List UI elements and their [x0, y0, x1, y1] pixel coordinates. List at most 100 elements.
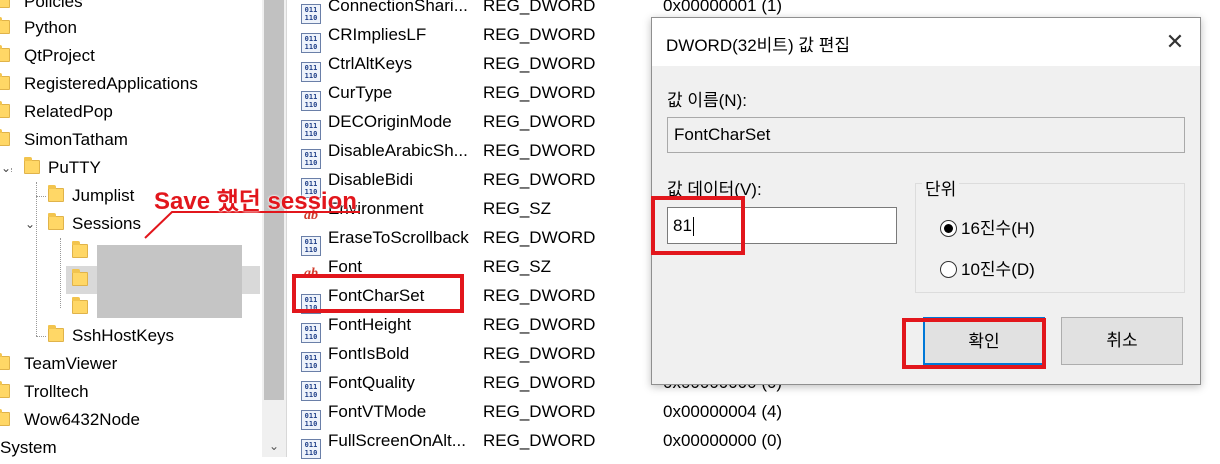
pane-divider[interactable]	[286, 0, 295, 457]
redacted-area	[97, 245, 242, 318]
folder-icon	[48, 213, 64, 230]
tree-item-label: Python	[24, 18, 77, 37]
tree-item-label: Jumplist	[72, 186, 135, 205]
registry-tree: Policies Python QtProject RegisteredAppl…	[0, 0, 262, 457]
tree-item-label: Wow6432Node	[24, 410, 140, 429]
value-type: REG_SZ	[483, 257, 552, 276]
value-row[interactable]: 011 110 FullScreenOnAlt... REG_DWORD 0x00…	[296, 431, 1220, 464]
tree-item-label: TeamViewer	[24, 354, 118, 373]
close-icon[interactable]: ✕	[1150, 18, 1200, 66]
tree-item-trolltech[interactable]: Trolltech	[0, 378, 260, 406]
folder-icon	[0, 73, 10, 90]
radio-decimal[interactable]: 10진수(D)	[940, 255, 1035, 280]
tree-item-teamviewer[interactable]: TeamViewer	[0, 350, 260, 378]
folder-icon	[72, 269, 88, 286]
value-type: REG_DWORD	[483, 112, 596, 131]
tree-item-registeredapplications[interactable]: RegisteredApplications	[0, 70, 260, 98]
radio-hex[interactable]: 16진수(H)	[940, 214, 1035, 239]
value-name: FontVTMode	[328, 403, 427, 421]
dword-icon: 011 110	[301, 323, 321, 343]
value-name: CurType	[328, 84, 393, 102]
highlight-box-fontcharset	[292, 274, 464, 313]
value-type: REG_DWORD	[483, 54, 596, 73]
dword-icon: 011 110	[301, 352, 321, 372]
tree-item-label: RelatedPop	[24, 102, 113, 121]
value-name: CRImpliesLF	[328, 26, 427, 44]
base-group-label: 단위	[922, 175, 960, 200]
tree-item-label: PuTTY	[48, 158, 101, 177]
tree-item-label: Trolltech	[24, 382, 89, 401]
value-type: REG_DWORD	[483, 0, 596, 15]
dword-icon: 011 110	[301, 149, 321, 169]
value-name: FontIsBold	[328, 345, 410, 363]
dword-icon: 011 110	[301, 410, 321, 430]
tree-item-label: QtProject	[24, 46, 95, 65]
dialog-title: DWORD(32비트) 값 편집	[666, 36, 850, 55]
radio-checked-icon[interactable]	[940, 220, 957, 237]
value-type: REG_DWORD	[483, 344, 596, 363]
annotation-label: Save 했던 session	[154, 188, 357, 215]
folder-icon	[0, 0, 10, 8]
value-type: REG_DWORD	[483, 286, 596, 305]
dword-icon: 011 110	[301, 381, 321, 401]
folder-icon	[0, 45, 10, 62]
dword-icon: 011 110	[301, 33, 321, 53]
dword-icon: 011 110	[301, 120, 321, 140]
radio-unchecked-icon[interactable]	[940, 261, 957, 278]
tree-scrollbar[interactable]: ⌄	[262, 0, 286, 457]
chevron-down-icon[interactable]: ⌄	[0, 154, 12, 182]
value-name: ConnectionShari...	[328, 0, 468, 15]
tree-item-label: SshHostKeys	[72, 326, 175, 345]
value-name: EraseToScrollback	[328, 229, 469, 247]
dword-icon: 011 110	[301, 91, 321, 111]
value-name-label: 값 이름(N):	[667, 91, 747, 110]
dialog-titlebar[interactable]: DWORD(32비트) 값 편집 ✕	[652, 18, 1200, 66]
dword-icon: 011 110	[301, 62, 321, 82]
folder-icon	[0, 381, 10, 398]
value-type: REG_DWORD	[483, 141, 596, 160]
value-type: REG_DWORD	[483, 25, 596, 44]
dword-icon: 011 110	[301, 236, 321, 256]
value-name-field: FontCharSet	[667, 117, 1185, 153]
value-type: REG_DWORD	[483, 373, 596, 392]
tree-item-system[interactable]: System	[0, 434, 260, 457]
folder-icon	[0, 17, 10, 34]
folder-icon	[0, 101, 10, 118]
value-type: REG_DWORD	[483, 315, 596, 334]
folder-icon	[0, 129, 10, 146]
radio-hex-label: 16진수(H)	[961, 219, 1035, 238]
highlight-box-data-value	[651, 196, 745, 255]
value-type: REG_SZ	[483, 199, 552, 218]
tree-item-label: System	[0, 438, 57, 457]
tree-item-wow6432node[interactable]: Wow6432Node	[0, 406, 260, 434]
tree-item-qtproject[interactable]: QtProject	[0, 42, 260, 70]
folder-icon	[72, 297, 88, 314]
value-name: DisableArabicSh...	[328, 142, 468, 160]
folder-icon	[72, 241, 88, 258]
tree-item-relatedpop[interactable]: RelatedPop	[0, 98, 260, 126]
tree-item-label: RegisteredApplications	[24, 74, 198, 93]
tree-item-sshhostkeys[interactable]: SshHostKeys	[0, 322, 260, 350]
value-name: FullScreenOnAlt...	[328, 432, 466, 450]
tree-item-simontatham[interactable]: SimonTatham	[0, 126, 260, 154]
tree-item-label: SimonTatham	[24, 130, 128, 149]
radio-decimal-label: 10진수(D)	[961, 260, 1035, 279]
value-type: REG_DWORD	[483, 431, 596, 450]
tree-item-putty[interactable]: ⌄ PuTTY	[0, 154, 260, 182]
value-type: REG_DWORD	[483, 83, 596, 102]
cancel-button[interactable]: 취소	[1061, 317, 1183, 365]
chevron-down-icon[interactable]: ⌄	[24, 210, 36, 238]
tree-item-python[interactable]: Python	[0, 14, 260, 42]
folder-icon	[0, 353, 10, 370]
value-name: FontHeight	[328, 316, 412, 334]
scroll-down-icon[interactable]: ⌄	[262, 435, 286, 457]
folder-icon	[48, 185, 64, 202]
folder-icon	[48, 325, 64, 342]
value-data: 0x00000000 (0)	[663, 431, 783, 450]
tree-item-label: Sessions	[72, 214, 141, 233]
folder-icon	[0, 409, 10, 426]
folder-icon	[24, 157, 40, 174]
value-type: REG_DWORD	[483, 170, 596, 189]
value-name: DECOriginMode	[328, 113, 452, 131]
highlight-box-ok-button	[902, 318, 1046, 369]
